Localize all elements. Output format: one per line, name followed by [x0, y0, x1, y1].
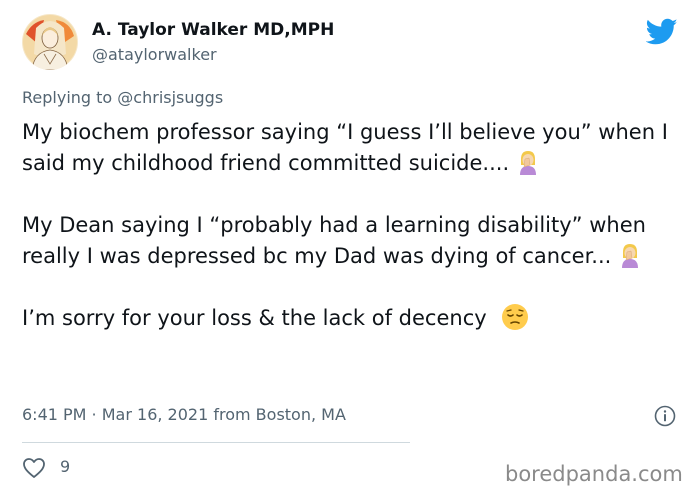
tweet-date[interactable]: Mar 16, 2021: [102, 405, 209, 424]
tweet-paragraph: My Dean saying I “probably had a learnin…: [22, 210, 697, 272]
reply-mention-link[interactable]: @chrisjsuggs: [117, 88, 223, 107]
tweet-paragraph-text: My biochem professor saying “I guess I’l…: [22, 120, 668, 175]
replying-to-prefix: Replying to: [22, 88, 118, 107]
info-icon[interactable]: [654, 405, 676, 427]
tweet-paragraph: I’m sorry for your loss & the lack of de…: [22, 303, 697, 334]
tweet-paragraph-text: I’m sorry for your loss & the lack of de…: [22, 306, 487, 330]
tweet-paragraph: My biochem professor saying “I guess I’l…: [22, 117, 697, 179]
like-count: 9: [60, 457, 71, 476]
pensive-face-emoji-icon: [501, 303, 529, 331]
tweet-timestamp[interactable]: 6:41 PM · Mar 16, 2021 from Boston, MA: [22, 405, 346, 424]
avatar[interactable]: [22, 14, 78, 70]
heart-icon[interactable]: [22, 457, 46, 479]
tweet-location: from Boston, MA: [208, 405, 346, 424]
illustrated-portrait-avatar: [22, 14, 78, 70]
divider: [22, 442, 410, 443]
woman-facepalming-emoji-icon: [620, 242, 640, 268]
woman-facepalming-emoji-icon: [518, 149, 538, 175]
author-display-name[interactable]: A. Taylor Walker MD,MPH: [92, 20, 334, 40]
meta-separator: ·: [86, 405, 102, 424]
tweet-paragraph-text: My Dean saying I “probably had a learnin…: [22, 213, 646, 268]
author-handle[interactable]: @ataylorwalker: [92, 45, 217, 64]
tweet-body: My biochem professor saying “I guess I’l…: [22, 117, 697, 334]
twitter-bird-icon[interactable]: [645, 18, 678, 46]
replying-to: Replying to @chrisjsuggs: [22, 88, 223, 107]
tweet-time[interactable]: 6:41 PM: [22, 405, 86, 424]
boredpanda-watermark: boredpanda.com: [505, 462, 683, 486]
